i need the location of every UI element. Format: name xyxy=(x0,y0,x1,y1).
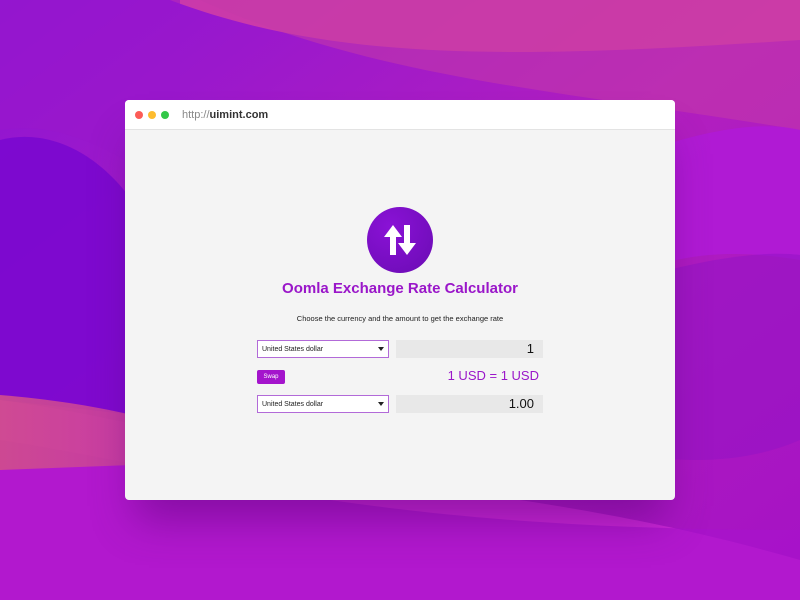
to-amount-output: 1.00 xyxy=(396,395,543,413)
logo xyxy=(367,207,433,273)
address-bar[interactable]: http://uimint.com xyxy=(182,109,268,121)
from-amount-input[interactable]: 1 xyxy=(396,340,543,358)
chevron-down-icon xyxy=(378,347,384,351)
page-title: Oomla Exchange Rate Calculator xyxy=(282,280,518,297)
maximize-dot-icon[interactable] xyxy=(161,110,169,119)
to-currency-value: United States dollar xyxy=(262,400,324,408)
exchange-rate-text: 1 USD = 1 USD xyxy=(447,368,539,383)
swap-arrows-icon xyxy=(384,225,416,255)
close-dot-icon[interactable] xyxy=(135,110,143,119)
chevron-down-icon xyxy=(378,402,384,406)
page-subtitle: Choose the currency and the amount to ge… xyxy=(296,314,504,323)
browser-titlebar: http://uimint.com xyxy=(125,100,675,130)
to-currency-select[interactable]: United States dollar xyxy=(257,395,389,413)
from-currency-value: United States dollar xyxy=(262,345,324,353)
browser-window: http://uimint.com Oomla Exchange Rate Ca… xyxy=(125,100,675,500)
url-host: uimint.com xyxy=(209,108,269,121)
url-scheme: http:// xyxy=(182,108,210,121)
minimize-dot-icon[interactable] xyxy=(148,110,156,119)
swap-button[interactable]: Swap xyxy=(257,370,285,384)
from-currency-select[interactable]: United States dollar xyxy=(257,340,389,358)
